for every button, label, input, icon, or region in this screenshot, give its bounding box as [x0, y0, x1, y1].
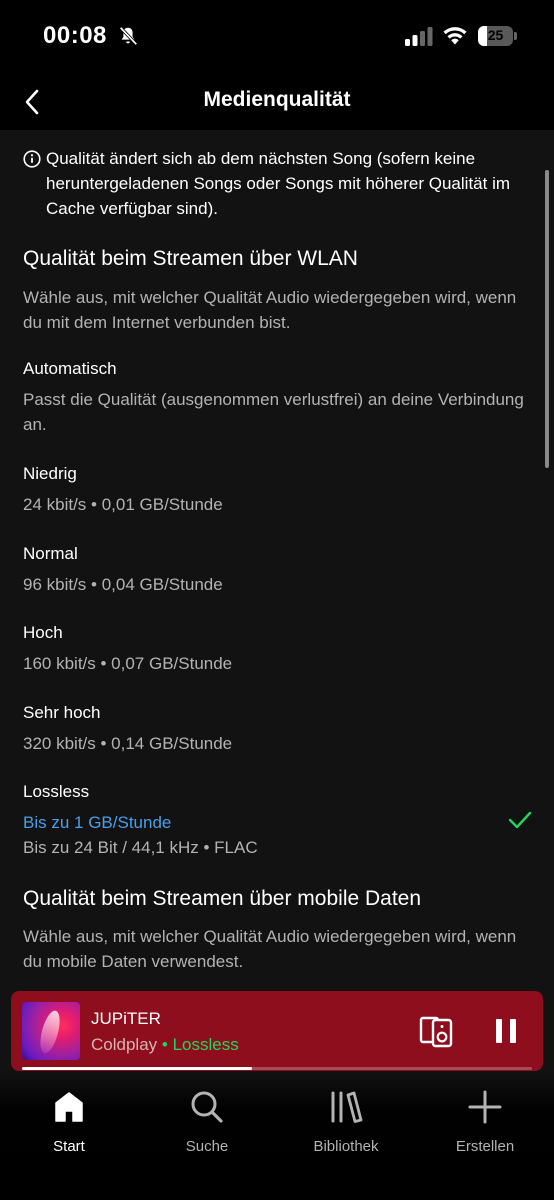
- option-name: Niedrig: [23, 464, 77, 483]
- option-detail: Bis zu 24 Bit / 44,1 kHz • FLAC: [23, 838, 258, 857]
- option-detail: 320 kbit/s • 0,14 GB/Stunde: [23, 734, 233, 753]
- nav-item-create[interactable]: Erstellen: [430, 1089, 540, 1169]
- nav-label: Suche: [185, 1138, 229, 1155]
- pause-icon[interactable]: [491, 1014, 521, 1048]
- status-bar: 00:08 25: [0, 0, 554, 74]
- quality-option-normal[interactable]: Normal 96 kbit/s • 0,04 GB/Stunde: [23, 541, 533, 597]
- nav-item-library[interactable]: Bibliothek: [291, 1089, 401, 1169]
- page-title: Medienqualität: [203, 88, 351, 111]
- track-separator: •: [157, 1035, 173, 1054]
- mobile-section-title: Qualität beim Streamen über mobile Daten: [23, 887, 422, 910]
- info-text: Qualität ändert sich ab dem nächsten Son…: [46, 149, 511, 218]
- album-art: [22, 1002, 80, 1060]
- option-name: Hoch: [23, 623, 63, 642]
- nav-label: Bibliothek: [313, 1138, 379, 1155]
- battery-icon: 25: [478, 26, 517, 46]
- home-icon: [55, 1092, 83, 1122]
- nav-item-start[interactable]: Start: [14, 1089, 124, 1169]
- plus-icon: [468, 1090, 502, 1124]
- wifi-section-description: Wähle aus, mit welcher Qualität Audio wi…: [23, 288, 517, 332]
- option-name: Sehr hoch: [23, 703, 101, 722]
- quality-option-very-high[interactable]: Sehr hoch 320 kbit/s • 0,14 GB/Stunde: [23, 700, 533, 756]
- checkmark-icon: [508, 811, 532, 829]
- option-detail: 96 kbit/s • 0,04 GB/Stunde: [23, 575, 223, 594]
- nav-label: Erstellen: [455, 1138, 515, 1155]
- option-name: Lossless: [23, 782, 90, 801]
- option-detail: 160 kbit/s • 0,07 GB/Stunde: [23, 654, 233, 673]
- battery-level: 25: [487, 27, 504, 43]
- scrollbar[interactable]: [545, 170, 549, 468]
- bottom-navigation: Start Suche Bibliothek Erstellen: [0, 1071, 554, 1200]
- track-artist: Coldplay: [91, 1035, 158, 1054]
- settings-scroll-area[interactable]: Qualität ändert sich ab dem nächsten Son…: [0, 130, 554, 990]
- status-time: 00:08: [43, 22, 107, 49]
- quality-option-high[interactable]: Hoch 160 kbit/s • 0,07 GB/Stunde: [23, 620, 533, 676]
- playback-progress-fill: [22, 1067, 252, 1070]
- info-icon: [23, 150, 41, 168]
- wifi-icon: [443, 27, 467, 45]
- mini-player[interactable]: JUPiTER Coldplay • Lossless: [11, 991, 543, 1071]
- mobile-section-description: Wähle aus, mit welcher Qualität Audio wi…: [23, 927, 517, 971]
- playback-progress-bar[interactable]: [22, 1067, 532, 1070]
- quality-option-lossless[interactable]: Lossless Bis zu 1 GB/Stunde Bis zu 24 Bi…: [23, 779, 533, 860]
- option-detail: 24 kbit/s • 0,01 GB/Stunde: [23, 495, 223, 514]
- quality-option-low[interactable]: Niedrig 24 kbit/s • 0,01 GB/Stunde: [23, 461, 533, 517]
- nav-label: Start: [53, 1138, 85, 1155]
- option-detail-highlight: Bis zu 1 GB/Stunde: [23, 813, 172, 832]
- track-title: JUPiTER: [91, 1009, 161, 1028]
- bell-slash-icon: [119, 26, 138, 46]
- option-name: Automatisch: [23, 359, 117, 378]
- track-quality-badge: Lossless: [172, 1035, 239, 1054]
- library-icon: [331, 1091, 363, 1123]
- connect-device-icon[interactable]: [419, 1014, 455, 1048]
- top-bar: Medienqualität: [0, 74, 554, 130]
- nav-item-search[interactable]: Suche: [152, 1089, 262, 1169]
- option-detail: Passt die Qualität (ausgenommen verlustf…: [23, 390, 524, 434]
- quality-option-automatic[interactable]: Automatisch Passt die Qualität (ausgenom…: [23, 356, 533, 437]
- info-notice: Qualität ändert sich ab dem nächsten Son…: [23, 146, 528, 221]
- option-name: Normal: [23, 544, 78, 563]
- wifi-section-title: Qualität beim Streamen über WLAN: [23, 247, 358, 270]
- search-icon: [191, 1091, 223, 1123]
- signal-icon: [405, 27, 433, 46]
- track-subtitle: Coldplay • Lossless: [91, 1035, 239, 1055]
